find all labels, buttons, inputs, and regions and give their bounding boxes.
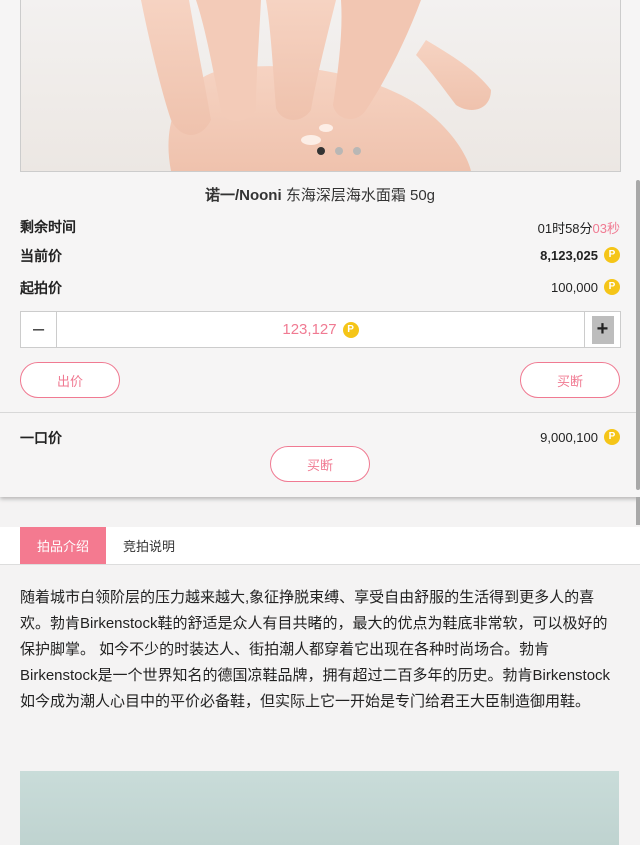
description-image	[20, 771, 619, 845]
divider	[0, 412, 640, 413]
remaining-time-value: 01时58分03秒	[538, 218, 620, 237]
auction-card: 诺一/Nooni 东海深层海水面霜 50g 剩余时间 01时58分03秒 当前价…	[0, 0, 640, 497]
start-price-value: 100,000	[551, 279, 598, 295]
remaining-time-label: 剩余时间	[20, 219, 76, 235]
remaining-time-seconds: 03秒	[592, 221, 620, 236]
start-price-label: 起拍价	[20, 280, 62, 296]
current-price-value: 8,123,025	[540, 247, 598, 263]
buy-now-button[interactable]: 买断	[270, 446, 370, 482]
product-title: 诺一/Nooni 东海深层海水面霜 50g	[0, 184, 640, 205]
coin-icon: P	[604, 429, 620, 445]
coin-icon: P	[604, 247, 620, 263]
coin-icon: P	[342, 321, 359, 338]
buy-now-price: 9,000,100 P	[540, 429, 620, 445]
product-brand: 诺一/Nooni	[204, 187, 282, 204]
carousel-dot[interactable]	[353, 147, 361, 155]
plus-icon: +	[591, 315, 614, 344]
product-image[interactable]	[20, 0, 621, 172]
carousel-dot[interactable]	[335, 147, 343, 155]
bid-button[interactable]: 出价	[20, 362, 120, 398]
buyout-button[interactable]: 买断	[520, 362, 620, 398]
buy-now-label: 一口价	[20, 430, 62, 446]
buy-now-value: 9,000,100	[540, 429, 598, 445]
tab-bar: 拍品介绍 竞拍说明	[0, 527, 640, 565]
current-price-label: 当前价	[20, 248, 62, 264]
scrollbar[interactable]	[636, 497, 640, 525]
current-price: 8,123,025 P	[540, 247, 620, 263]
item-description: 随着城市白领阶层的压力越来越大,象征挣脱束缚、享受自由舒服的生活得到更多人的喜欢…	[20, 589, 611, 710]
increase-bid-button[interactable]: +	[584, 312, 620, 347]
tab-auction-rules[interactable]: 竞拍说明	[106, 527, 192, 564]
start-price: 100,000 P	[551, 279, 620, 295]
product-name: 东海深层海水面霜 50g	[285, 187, 436, 204]
bid-amount[interactable]: 123,127 P	[57, 312, 584, 347]
coin-icon: P	[604, 279, 620, 295]
carousel-dots	[317, 147, 361, 155]
bid-stepper: – 123,127 P +	[20, 311, 621, 348]
scrollbar[interactable]	[636, 180, 640, 490]
bid-amount-value: 123,127	[282, 321, 337, 338]
decrease-bid-button[interactable]: –	[21, 312, 57, 347]
hand-image	[141, 0, 491, 171]
tab-item-intro[interactable]: 拍品介绍	[20, 527, 106, 564]
carousel-dot[interactable]	[317, 147, 325, 155]
remaining-time-main: 01时58分	[537, 221, 593, 236]
